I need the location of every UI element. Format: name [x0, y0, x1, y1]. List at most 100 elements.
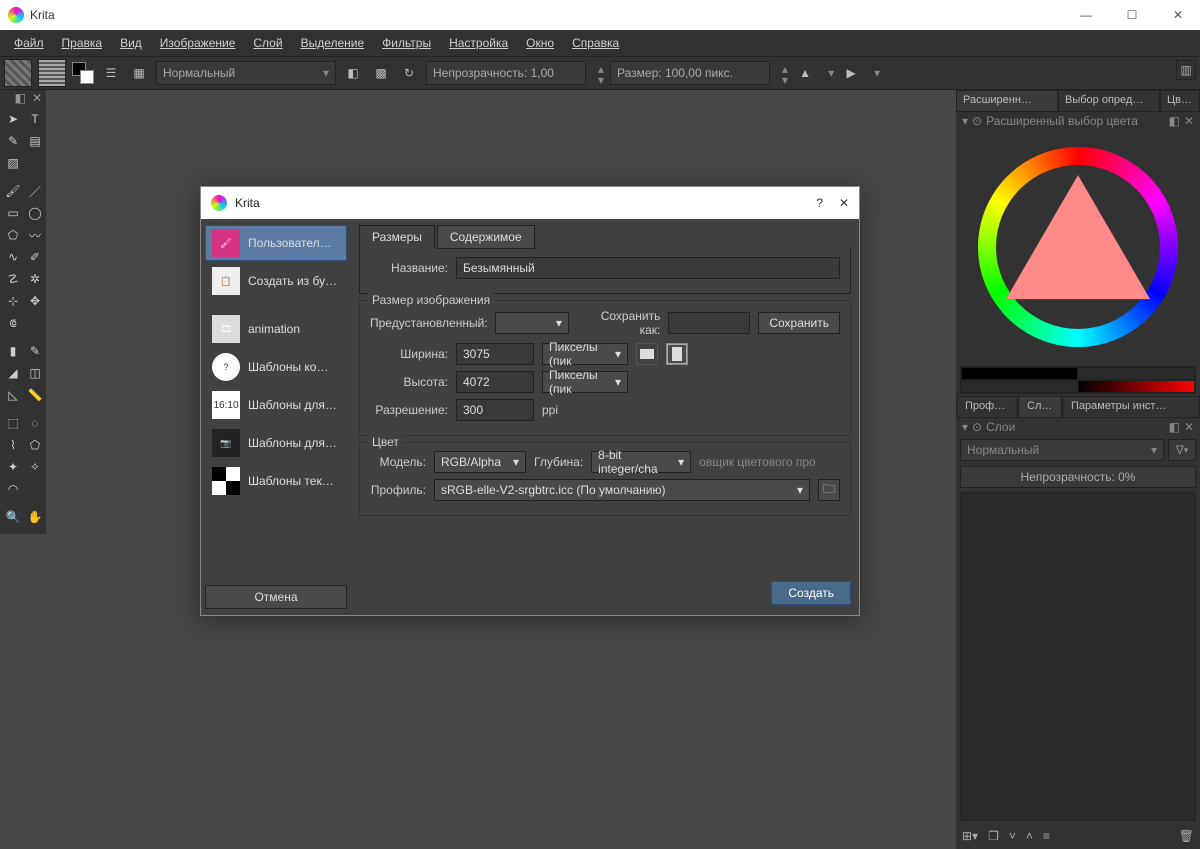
tool-assistant[interactable]: ◺ [2, 384, 24, 406]
tool-gradient[interactable]: ◢ [2, 362, 24, 384]
preset-select[interactable]: ▾ [495, 312, 569, 334]
template-custom[interactable]: 🖌 Пользовател… [205, 225, 347, 261]
menu-settings[interactable]: Настройка [441, 33, 516, 53]
menu-image[interactable]: Изображение [152, 33, 244, 53]
blend-mode-select[interactable]: Нормальный ▾ [156, 61, 336, 85]
alpha-lock-icon[interactable]: ▩ [370, 62, 392, 84]
gradient-swatch-button[interactable] [4, 59, 32, 87]
mirror-vertical-icon[interactable]: ▶ [840, 62, 862, 84]
layer-blend-select[interactable]: Нормальный ▾ [960, 439, 1164, 461]
tab-colors[interactable]: Цв… [1160, 90, 1200, 112]
tab-specific-color[interactable]: Выбор опред… [1058, 90, 1160, 112]
layer-properties-button[interactable]: ≡ [1043, 829, 1050, 843]
template-comic[interactable]: ? Шаблоны ко… [205, 349, 347, 385]
orientation-landscape[interactable] [636, 343, 658, 365]
dialog-help-button[interactable]: ? [816, 196, 823, 210]
tab-dimensions[interactable]: Размеры [359, 225, 435, 249]
toolbox-float-icon[interactable]: ◧ [15, 91, 26, 105]
menu-view[interactable]: Вид [112, 33, 150, 53]
tool-text[interactable]: T [24, 108, 46, 130]
tool-fill[interactable]: ▮ [2, 340, 24, 362]
menu-layer[interactable]: Слой [245, 33, 290, 53]
pattern-swatch-button[interactable] [38, 59, 66, 87]
orientation-portrait[interactable] [666, 343, 688, 365]
tool-transform[interactable]: ⊹ [2, 290, 24, 312]
color-wheel[interactable] [956, 130, 1200, 364]
tab-tool-options[interactable]: Параметры инст… [1062, 396, 1200, 418]
template-dslr[interactable]: 📷 Шаблоны для… [205, 425, 347, 461]
cancel-button[interactable]: Отмена [205, 585, 347, 609]
window-close-button[interactable]: ✕ [1164, 8, 1192, 22]
lock-icon[interactable]: ⊙ [972, 114, 982, 128]
brush-settings-icon[interactable]: ☰ [100, 62, 122, 84]
float-panel-icon[interactable]: ◧ [1169, 420, 1180, 434]
tool-select-rect[interactable]: ⬚ [2, 412, 24, 434]
color-swatch-bar[interactable] [960, 366, 1196, 394]
menu-file[interactable]: Файл [6, 33, 52, 53]
name-input[interactable]: Безымянный [456, 257, 840, 279]
lock-icon[interactable]: ⊙ [972, 420, 982, 434]
color-profile-select[interactable]: sRGB-elle-V2-srgbtrc.icc (По умолчанию)▾ [434, 479, 810, 501]
tab-layers[interactable]: Сл… [1018, 396, 1062, 418]
dialog-close-button[interactable]: ✕ [839, 196, 849, 210]
tool-zoom[interactable]: 🔍 [2, 506, 24, 528]
height-unit-select[interactable]: Пикселы (пик▾ [542, 371, 628, 393]
add-layer-button[interactable]: ⊞▾ [962, 829, 978, 843]
color-model-select[interactable]: RGB/Alpha▾ [434, 451, 526, 473]
tool-freehand-path[interactable]: ✐ [24, 246, 46, 268]
mirror-v-dropdown[interactable]: ▾ [874, 66, 880, 80]
tool-move-cursor[interactable]: ➤ [2, 108, 24, 130]
tool-select-contiguous[interactable]: ✦ [2, 456, 24, 478]
mirror-horizontal-icon[interactable]: ▲ [794, 62, 816, 84]
layer-list[interactable] [960, 492, 1196, 821]
menu-select[interactable]: Выделение [293, 33, 373, 53]
eraser-toggle-icon[interactable]: ◧ [342, 62, 364, 84]
tool-pan[interactable]: ✋ [24, 506, 46, 528]
fg-bg-color-button[interactable] [72, 62, 94, 84]
template-clipboard[interactable]: 📋 Создать из бу… [205, 263, 347, 299]
tool-select-bezier[interactable]: ◠ [2, 478, 24, 500]
tool-color-picker[interactable]: ✎ [24, 340, 46, 362]
move-layer-up-button[interactable]: ˄ [1026, 829, 1033, 843]
size-step-down[interactable]: ▾ [782, 73, 788, 84]
tool-line[interactable]: ／ [24, 180, 46, 202]
tool-smart-patch[interactable]: ◫ [24, 362, 46, 384]
resolution-input[interactable]: 300 [456, 399, 534, 421]
saveas-input[interactable] [668, 312, 750, 334]
tool-bezier[interactable]: ∿ [2, 246, 24, 268]
template-animation[interactable]: 🎞 animation [205, 311, 347, 347]
tool-ellipse[interactable]: ◯ [24, 202, 46, 224]
close-panel-icon[interactable]: ✕ [1184, 420, 1194, 434]
tool-dynamic-brush[interactable]: ☡ [2, 268, 24, 290]
tool-polyline[interactable]: 〰 [24, 224, 46, 246]
tool-brush[interactable]: 🖌 [2, 180, 24, 202]
duplicate-layer-button[interactable]: ❐ [988, 829, 999, 843]
layer-filter-button[interactable]: ∇▾ [1168, 439, 1196, 461]
tool-select-freehand[interactable]: ⌇ [2, 434, 24, 456]
opacity-step-up[interactable]: ▴ [598, 62, 604, 73]
tool-move[interactable]: ✥ [24, 290, 46, 312]
window-minimize-button[interactable]: — [1072, 8, 1100, 22]
width-unit-select[interactable]: Пикселы (пик▾ [542, 343, 628, 365]
menu-window[interactable]: Окно [518, 33, 562, 53]
menu-edit[interactable]: Правка [54, 33, 111, 53]
tool-pattern-edit[interactable]: ▨ [2, 152, 24, 174]
workspace-chooser-icon[interactable]: ▥ [1176, 60, 1196, 80]
reload-preset-icon[interactable]: ↻ [398, 62, 420, 84]
tool-select-ellipse[interactable]: ◌ [24, 412, 46, 434]
height-input[interactable]: 4072 [456, 371, 534, 393]
opacity-slider[interactable]: Непрозрачность: 1,00 [426, 61, 586, 85]
size-slider[interactable]: Размер: 100,00 пикс. [610, 61, 770, 85]
toolbox-close-icon[interactable]: ✕ [32, 91, 42, 105]
tab-profiles[interactable]: Профил… [956, 396, 1018, 418]
tab-content[interactable]: Содержимое [437, 225, 535, 249]
mirror-h-dropdown[interactable]: ▾ [828, 66, 834, 80]
tab-advanced-color[interactable]: Расширенн… [956, 90, 1058, 112]
tool-select-similar[interactable]: ✧ [24, 456, 46, 478]
opacity-step-down[interactable]: ▾ [598, 73, 604, 84]
color-depth-select[interactable]: 8-bit integer/cha▾ [591, 451, 691, 473]
tool-rectangle[interactable]: ▭ [2, 202, 24, 224]
template-film-1610[interactable]: 16:10 Шаблоны для… [205, 387, 347, 423]
menu-filters[interactable]: Фильтры [374, 33, 439, 53]
save-preset-button[interactable]: Сохранить [758, 312, 840, 334]
